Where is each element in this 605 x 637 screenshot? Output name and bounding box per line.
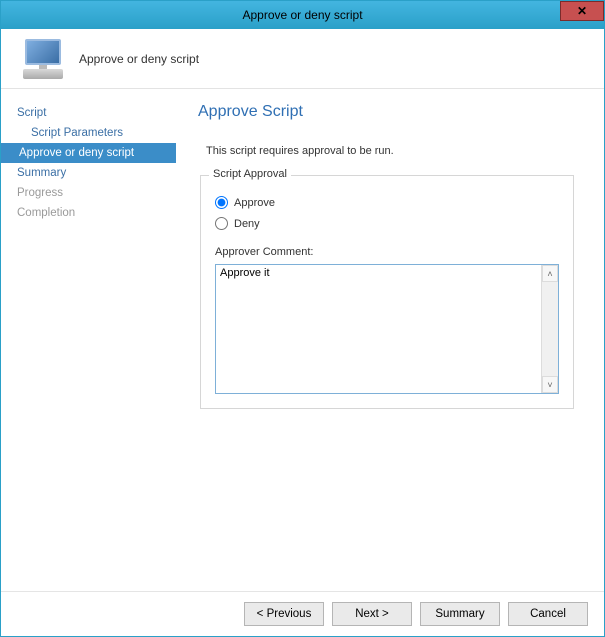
main-panel: Approve Script This script requires appr… bbox=[176, 89, 604, 591]
radio-approve-label: Approve bbox=[234, 197, 275, 209]
radio-approve[interactable] bbox=[215, 196, 228, 209]
header-subtitle: Approve or deny script bbox=[79, 52, 199, 66]
close-button[interactable]: ✕ bbox=[560, 1, 604, 21]
dialog-footer: < Previous Next > Summary Cancel bbox=[1, 591, 604, 636]
title-bar: Approve or deny script ✕ bbox=[1, 1, 604, 29]
header-band: Approve or deny script bbox=[1, 29, 604, 89]
nav-item-script-parameters[interactable]: Script Parameters bbox=[1, 123, 176, 143]
monitor-icon bbox=[21, 39, 65, 79]
nav-item-approve-or-deny[interactable]: Approve or deny script bbox=[1, 143, 176, 163]
window-title: Approve or deny script bbox=[242, 8, 362, 22]
radio-deny-label: Deny bbox=[234, 218, 260, 230]
wizard-nav: Script Script Parameters Approve or deny… bbox=[1, 89, 176, 591]
comment-label: Approver Comment: bbox=[215, 246, 559, 258]
scroll-down-icon[interactable]: ˅ bbox=[542, 376, 558, 393]
comment-textarea[interactable] bbox=[216, 265, 541, 393]
script-approval-fieldset: Script Approval Approve Deny Approver Co… bbox=[200, 175, 574, 409]
dialog-window: Approve or deny script ✕ Approve or deny… bbox=[0, 0, 605, 637]
comment-textarea-container: ˄ ˅ bbox=[215, 264, 559, 394]
previous-button[interactable]: < Previous bbox=[244, 602, 324, 626]
nav-item-completion[interactable]: Completion bbox=[1, 203, 176, 223]
close-icon: ✕ bbox=[577, 4, 587, 18]
radio-approve-row[interactable]: Approve bbox=[215, 196, 559, 209]
radio-deny-row[interactable]: Deny bbox=[215, 217, 559, 230]
fieldset-legend: Script Approval bbox=[209, 168, 291, 180]
scroll-up-icon[interactable]: ˄ bbox=[542, 265, 558, 282]
textarea-scrollbar[interactable]: ˄ ˅ bbox=[541, 265, 558, 393]
dialog-body: Script Script Parameters Approve or deny… bbox=[1, 89, 604, 591]
nav-item-summary[interactable]: Summary bbox=[1, 163, 176, 183]
nav-item-progress[interactable]: Progress bbox=[1, 183, 176, 203]
info-text: This script requires approval to be run. bbox=[206, 145, 582, 157]
page-title: Approve Script bbox=[198, 103, 582, 121]
next-button[interactable]: Next > bbox=[332, 602, 412, 626]
cancel-button[interactable]: Cancel bbox=[508, 602, 588, 626]
radio-deny[interactable] bbox=[215, 217, 228, 230]
summary-button[interactable]: Summary bbox=[420, 602, 500, 626]
nav-item-script[interactable]: Script bbox=[1, 103, 176, 123]
